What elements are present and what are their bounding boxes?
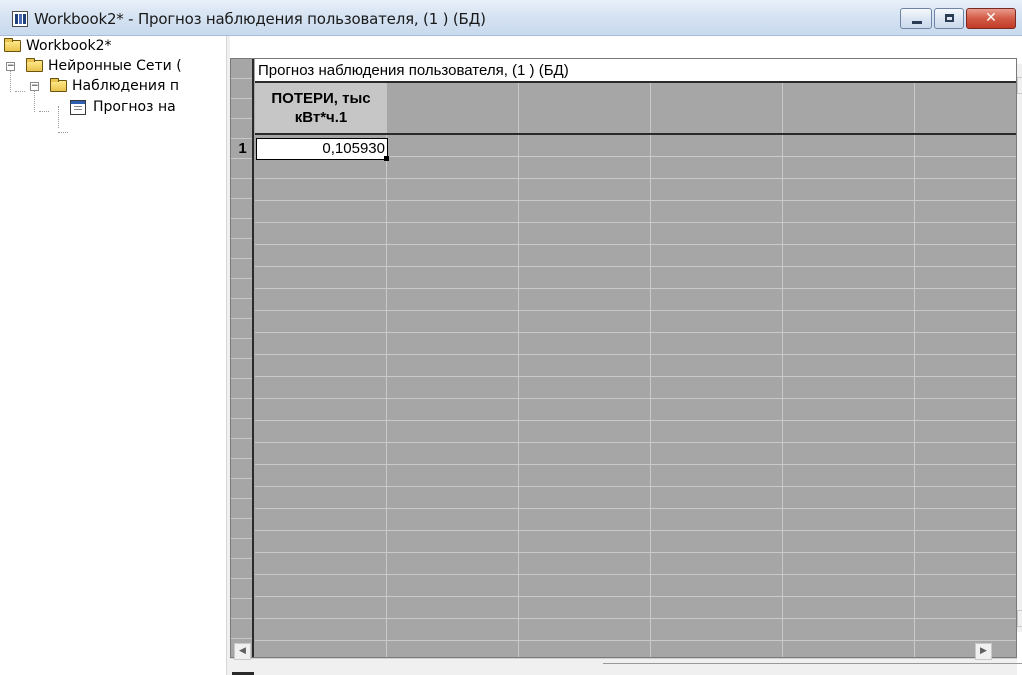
active-cell[interactable]: 0,105930	[256, 138, 388, 160]
folder-open-icon	[50, 78, 67, 92]
vertical-scrollbar[interactable]: ▲ ▼	[1017, 64, 1022, 632]
status-bar-divider	[603, 663, 1022, 664]
fill-handle[interactable]	[384, 156, 389, 161]
title-bar[interactable]: Workbook2* - Прогноз наблюдения пользова…	[0, 0, 1022, 36]
folder-open-icon	[26, 58, 43, 72]
collapse-icon[interactable]: −	[6, 62, 15, 71]
close-icon: ✕	[985, 10, 997, 26]
maximize-button[interactable]	[934, 8, 964, 29]
tree-item-label: Прогноз на	[93, 99, 176, 115]
column-header-line-1: ПОТЕРИ, тыс	[271, 90, 371, 107]
spreadsheet-app-icon	[12, 11, 28, 27]
column-header-cell[interactable]: ПОТЕРИ, тыс кВт*ч.1	[255, 83, 387, 133]
tree-connector	[58, 106, 59, 128]
scroll-left-icon[interactable]: ◀	[234, 643, 251, 660]
workbook-tree[interactable]: Workbook2* − Нейронные Сети ( − Наблюден…	[0, 36, 226, 675]
row-number[interactable]: 1	[231, 139, 254, 159]
tree-connector	[15, 91, 25, 92]
scroll-down-icon[interactable]: ▼	[1017, 610, 1022, 627]
tree-item-label: Workbook2*	[26, 38, 112, 54]
horizontal-scrollbar[interactable]: ◀ ▶	[230, 643, 1017, 675]
sheet-title: Прогноз наблюдения пользователя, (1 ) (Б…	[255, 59, 1016, 83]
column-header-line-2: кВт*ч.1	[294, 109, 348, 126]
close-button[interactable]: ✕	[966, 8, 1016, 29]
folder-open-icon	[4, 38, 21, 52]
minimize-icon	[912, 21, 922, 24]
window-title: Workbook2* - Прогноз наблюдения пользова…	[34, 10, 486, 28]
cell-gridlines[interactable]	[255, 135, 1016, 657]
sheet-icon	[70, 100, 86, 115]
tree-item-label: Нейронные Сети (	[48, 58, 182, 74]
tree-connector	[39, 111, 49, 112]
minimize-button[interactable]	[900, 8, 932, 29]
maximize-icon	[945, 14, 954, 22]
scroll-up-icon[interactable]: ▲	[1017, 77, 1022, 94]
collapse-icon[interactable]: −	[30, 82, 39, 91]
tree-item-label: Наблюдения п	[72, 78, 180, 94]
spreadsheet-grid[interactable]: Прогноз наблюдения пользователя, (1 ) (Б…	[230, 58, 1017, 658]
scroll-right-icon[interactable]: ▶	[975, 643, 992, 660]
tree-connector	[58, 132, 68, 133]
